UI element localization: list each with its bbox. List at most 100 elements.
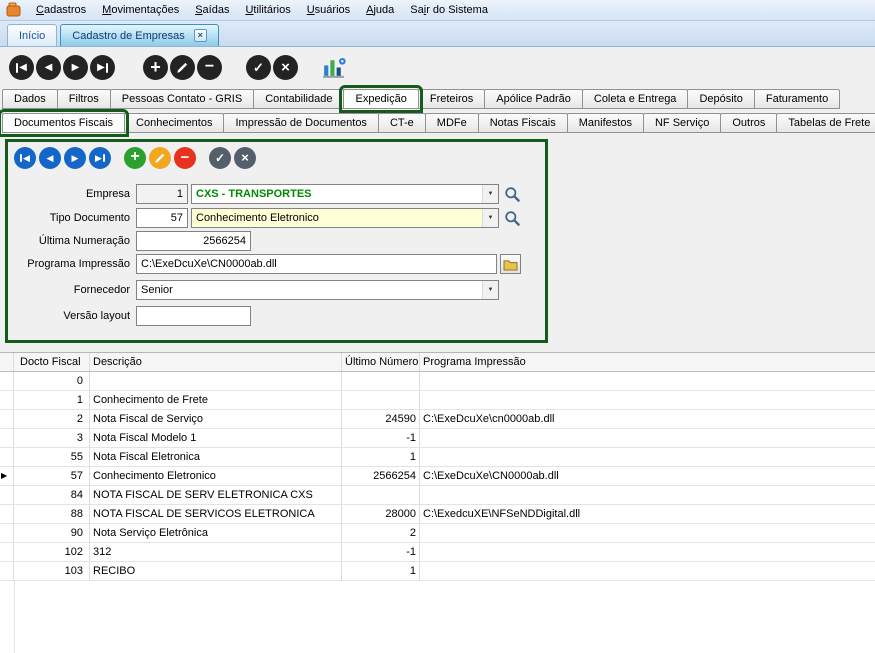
nav-prev-button[interactable]: ◀: [36, 55, 61, 80]
category-tab[interactable]: Faturamento: [754, 89, 840, 109]
panel-cancel-button[interactable]: ×: [234, 147, 256, 169]
sub-tab[interactable]: Conhecimentos: [124, 113, 224, 133]
sub-tab[interactable]: Documentos Fiscais: [2, 113, 125, 133]
category-tab[interactable]: Dados: [2, 89, 58, 109]
empresa-label: Empresa: [8, 184, 130, 204]
sub-tab[interactable]: Notas Fiscais: [478, 113, 568, 133]
tab-cadastro-de-empresas[interactable]: Cadastro de Empresas ×: [60, 24, 219, 46]
panel-nav-last-button[interactable]: ▶: [89, 147, 111, 169]
dropdown-arrow-icon[interactable]: ▼: [482, 185, 498, 203]
column-header-docto-fiscal[interactable]: Docto Fiscal: [14, 353, 90, 371]
category-tab[interactable]: Filtros: [57, 89, 111, 109]
nav-last-button[interactable]: ▶: [90, 55, 115, 80]
versao-layout-input[interactable]: [136, 306, 251, 326]
table-row[interactable]: 84 NOTA FISCAL DE SERV ELETRONICA CXS: [0, 486, 875, 505]
category-tab[interactable]: Expedição: [343, 89, 418, 109]
menu-item[interactable]: Movimentações: [94, 0, 187, 20]
table-row[interactable]: 55 Nota Fiscal Eletronica 1: [0, 448, 875, 467]
menu-item[interactable]: Usuários: [299, 0, 358, 20]
cell-ultimo-numero: 1: [342, 448, 420, 466]
panel-edit-button[interactable]: [149, 147, 171, 169]
next-icon: ▶: [72, 63, 80, 73]
menu-item[interactable]: Sair do Sistema: [402, 0, 496, 20]
cell-programa-impressao: C:\ExeDcuXe\CN0000ab.dll: [420, 467, 875, 485]
row-indicator: ▶: [0, 467, 14, 485]
category-tab[interactable]: Coleta e Entrega: [582, 89, 689, 109]
cell-descricao: Conhecimento de Frete: [90, 391, 342, 409]
table-row[interactable]: 90 Nota Serviço Eletrônica 2: [0, 524, 875, 543]
tab-inicio-label: Início: [19, 30, 45, 42]
close-tab-icon[interactable]: ×: [194, 29, 207, 42]
category-tab[interactable]: Depósito: [687, 89, 754, 109]
table-row[interactable]: 102 312 -1: [0, 543, 875, 562]
cell-descricao: Nota Serviço Eletrônica: [90, 524, 342, 542]
category-tab[interactable]: Contabilidade: [253, 89, 344, 109]
cell-descricao: 312: [90, 543, 342, 561]
table-row[interactable]: 2 Nota Fiscal de Serviço 24590 C:\ExeDcu…: [0, 410, 875, 429]
empresa-code-input[interactable]: [136, 184, 188, 204]
panel-nav-next-button[interactable]: ▶: [64, 147, 86, 169]
delete-button[interactable]: −: [197, 55, 222, 80]
cell-programa-impressao: [420, 429, 875, 447]
table-row[interactable]: 88 NOTA FISCAL DE SERVICOS ELETRONICA 28…: [0, 505, 875, 524]
cell-descricao: NOTA FISCAL DE SERV ELETRONICA CXS: [90, 486, 342, 504]
tab-inicio[interactable]: Início: [7, 24, 57, 46]
empresa-search-icon[interactable]: [504, 186, 521, 203]
fornecedor-combo[interactable]: Senior ▼: [136, 280, 499, 300]
menu-item[interactable]: Ajuda: [358, 0, 402, 20]
tipo-documento-search-icon[interactable]: [504, 210, 521, 227]
column-header-descricao[interactable]: Descrição: [90, 353, 342, 371]
row-indicator: [0, 543, 14, 561]
dropdown-arrow-icon[interactable]: ▼: [482, 209, 498, 227]
sub-tab[interactable]: Manifestos: [567, 113, 644, 133]
empresa-combo[interactable]: CXS - TRANSPORTES ▼: [191, 184, 499, 204]
sub-tab[interactable]: MDFe: [425, 113, 479, 133]
panel-nav-first-button[interactable]: ◀: [14, 147, 36, 169]
category-tab[interactable]: Apólice Padrão: [484, 89, 583, 109]
add-button[interactable]: +: [143, 55, 168, 80]
tipo-documento-code-input[interactable]: [136, 208, 188, 228]
programa-impressao-input[interactable]: [136, 254, 497, 274]
table-row[interactable]: ▶ 57 Conhecimento Eletronico 2566254 C:\…: [0, 467, 875, 486]
ultima-numeracao-input[interactable]: [136, 231, 251, 251]
table-row[interactable]: 1 Conhecimento de Frete: [0, 391, 875, 410]
panel-delete-button[interactable]: −: [174, 147, 196, 169]
menu-item[interactable]: Cadastros: [28, 0, 94, 20]
cancel-button[interactable]: ×: [273, 55, 298, 80]
chart-button[interactable]: [320, 54, 347, 81]
browse-file-button[interactable]: [500, 254, 521, 274]
nav-first-button[interactable]: ◀: [9, 55, 34, 80]
column-header-ultimo-numero[interactable]: Último Número: [342, 353, 420, 371]
table-row[interactable]: 103 RECIBO 1: [0, 562, 875, 581]
nav-next-button[interactable]: ▶: [63, 55, 88, 80]
category-tab-row: Dados Filtros Pessoas Contato - GRIS Con…: [0, 88, 875, 109]
dropdown-arrow-icon[interactable]: ▼: [482, 281, 498, 299]
grid-body: 0 1 Conhecimento de Frete 2 Nota: [0, 372, 875, 581]
prev-icon: ◀: [47, 154, 54, 163]
cell-programa-impressao: [420, 524, 875, 542]
sub-tab[interactable]: CT-e: [378, 113, 426, 133]
sub-tab[interactable]: NF Serviço: [643, 113, 721, 133]
table-row[interactable]: 0: [0, 372, 875, 391]
sub-tab[interactable]: Impressão de Documentos: [223, 113, 378, 133]
menu-item[interactable]: Saídas: [187, 0, 237, 20]
edit-button[interactable]: [170, 55, 195, 80]
sub-tab[interactable]: Outros: [720, 113, 777, 133]
cell-ultimo-numero: 2: [342, 524, 420, 542]
panel-nav-prev-button[interactable]: ◀: [39, 147, 61, 169]
column-header-programa-impressao[interactable]: Programa Impressão: [420, 353, 875, 371]
cell-programa-impressao: [420, 486, 875, 504]
sub-tab[interactable]: Tabelas de Frete: [776, 113, 875, 133]
category-tab[interactable]: Pessoas Contato - GRIS: [110, 89, 254, 109]
cell-docto-fiscal: 90: [14, 524, 90, 542]
tipo-documento-combo[interactable]: Conhecimento Eletronico ▼: [191, 208, 499, 228]
panel-add-button[interactable]: +: [124, 147, 146, 169]
row-indicator: [0, 410, 14, 428]
main-toolbar: ◀ ◀ ▶ ▶ + − ✓ ×: [0, 47, 875, 88]
panel-confirm-button[interactable]: ✓: [209, 147, 231, 169]
category-tab[interactable]: Freteiros: [418, 89, 485, 109]
confirm-button[interactable]: ✓: [246, 55, 271, 80]
prev-icon: ◀: [45, 63, 53, 73]
table-row[interactable]: 3 Nota Fiscal Modelo 1 -1: [0, 429, 875, 448]
menu-item[interactable]: Utilitários: [237, 0, 298, 20]
